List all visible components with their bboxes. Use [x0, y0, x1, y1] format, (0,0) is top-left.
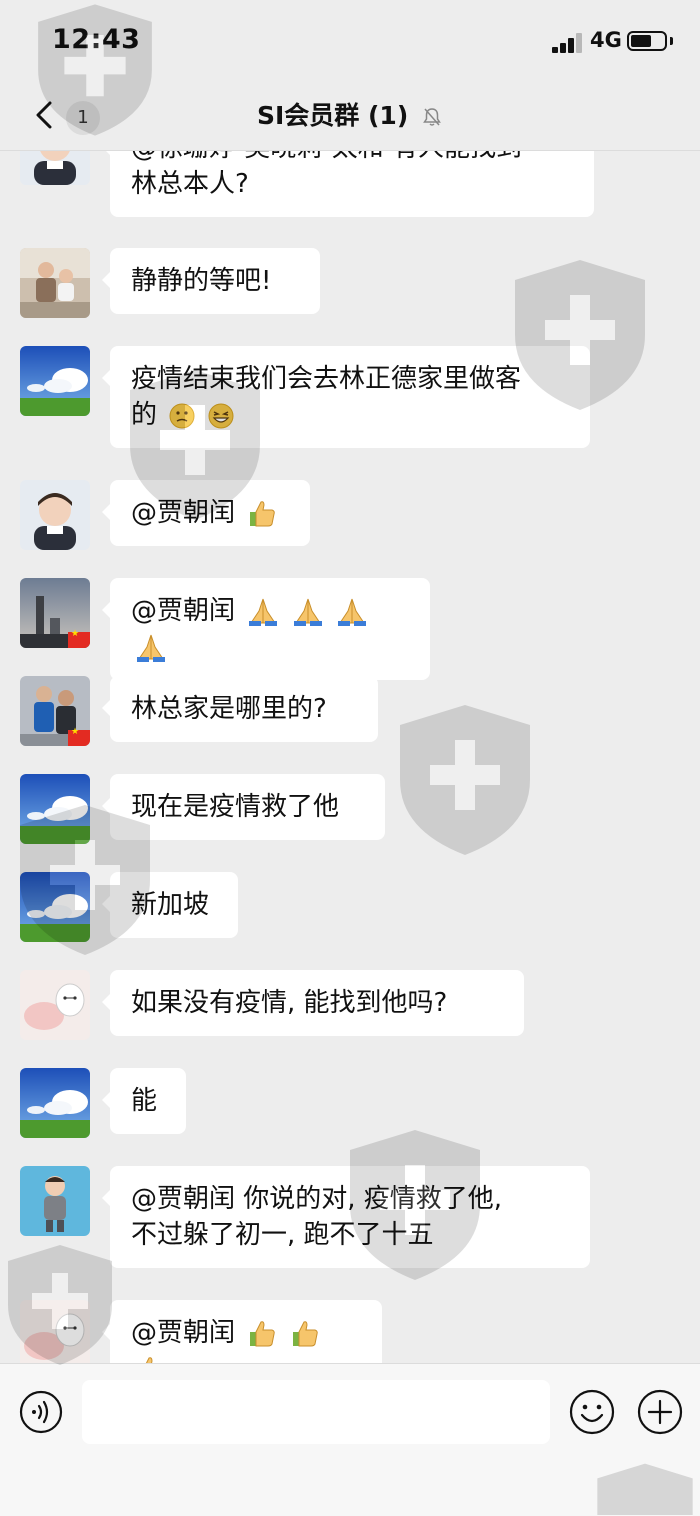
message-bubble[interactable]: @贾朝闰: [102, 1300, 382, 1363]
message-text: @贾朝闰: [131, 596, 236, 626]
message-text: 疫情结束我们会去林正德家里做客: [131, 364, 522, 394]
sky-avatar[interactable]: [20, 1068, 90, 1138]
pray-emoji: [293, 598, 322, 626]
voice-icon[interactable]: [19, 1390, 63, 1434]
battery-icon: [627, 31, 667, 51]
pray-emoji: [249, 598, 278, 626]
message-text: @贾朝闰 你说的对, 疫情救了他,: [131, 1184, 503, 1214]
child-avatar[interactable]: [20, 480, 90, 550]
message-list[interactable]: @徐珊婷-吴晓莉-太和 有人能找到 林总本人? 静静的等吧! 疫情结束我们会去林…: [0, 150, 700, 1363]
thumbs-up-emoji: [145, 1356, 153, 1363]
message-text: 新加坡: [131, 890, 210, 920]
sky-avatar[interactable]: [20, 872, 90, 942]
chat-title[interactable]: SI会员群 (1): [0, 96, 700, 132]
message-bubble[interactable]: 疫情结束我们会去林正德家里做客 的: [102, 346, 590, 448]
cartoon-avatar[interactable]: [20, 970, 90, 1040]
boy-avatar[interactable]: [20, 1166, 90, 1236]
message-text: 如果没有疫情, 能找到他吗?: [131, 988, 448, 1018]
message-text: 的: [131, 400, 158, 430]
message-bubble[interactable]: @贾朝闰 你说的对, 疫情救了他, 不过躲了初一, 跑不了十五: [102, 1166, 590, 1268]
message-bubble[interactable]: 林总家是哪里的?: [102, 676, 378, 742]
nav-bar: 1 SI会员群 (1): [0, 80, 700, 151]
message-bubble[interactable]: @徐珊婷-吴晓莉-太和 有人能找到 林总本人?: [102, 150, 594, 217]
message-text: 能: [131, 1086, 158, 1116]
china-flag-icon: [68, 727, 90, 746]
message-text: 林总本人?: [131, 169, 249, 199]
thumbs-up-emoji: [292, 1320, 318, 1346]
family-avatar[interactable]: [20, 248, 90, 318]
message-text: 林总家是哪里的?: [131, 694, 327, 724]
sky-avatar[interactable]: [20, 774, 90, 844]
message-bubble[interactable]: 静静的等吧!: [102, 248, 320, 314]
city-avatar[interactable]: [20, 578, 90, 648]
message-text: 静静的等吧!: [131, 266, 272, 296]
people-avatar[interactable]: [20, 676, 90, 746]
message-text: 不过躲了初一, 跑不了十五: [131, 1220, 434, 1250]
mute-bell-icon: [423, 108, 441, 126]
thinking-emoji: [169, 403, 195, 428]
message-bubble[interactable]: @贾朝闰: [102, 578, 430, 680]
pray-emoji: [337, 598, 366, 626]
plus-icon[interactable]: [637, 1389, 683, 1435]
pray-emoji: [137, 634, 165, 662]
message-bubble[interactable]: 能: [102, 1068, 186, 1134]
thumbs-up-emoji: [250, 1320, 276, 1346]
chat-title-text: SI会员群 (1): [257, 101, 409, 130]
status-time: 12:43: [52, 24, 141, 55]
message-text: @贾朝闰: [131, 498, 236, 528]
message-bubble[interactable]: @贾朝闰: [102, 480, 310, 546]
cartoon-avatar[interactable]: [20, 1300, 90, 1363]
network-label: 4G: [590, 28, 622, 52]
thumbs-up-emoji: [250, 500, 276, 526]
grin-emoji: [208, 403, 234, 428]
status-bar: 12:43 4G: [0, 0, 700, 80]
message-bubble[interactable]: 新加坡: [102, 872, 238, 938]
message-bubble[interactable]: 现在是疫情救了他: [102, 774, 385, 840]
message-text: @徐珊婷-吴晓莉-太和 有人能找到: [131, 150, 573, 166]
message-input[interactable]: [82, 1380, 550, 1444]
input-bar: [0, 1363, 700, 1516]
sky-avatar[interactable]: [20, 346, 90, 416]
child-avatar[interactable]: [20, 150, 90, 185]
signal-icon: [552, 33, 586, 53]
message-text: 现在是疫情救了他: [131, 792, 340, 822]
message-bubble[interactable]: 如果没有疫情, 能找到他吗?: [102, 970, 524, 1036]
china-flag-icon: [68, 629, 90, 648]
emoji-face-icon[interactable]: [569, 1389, 615, 1435]
message-text: @贾朝闰: [131, 1318, 236, 1348]
